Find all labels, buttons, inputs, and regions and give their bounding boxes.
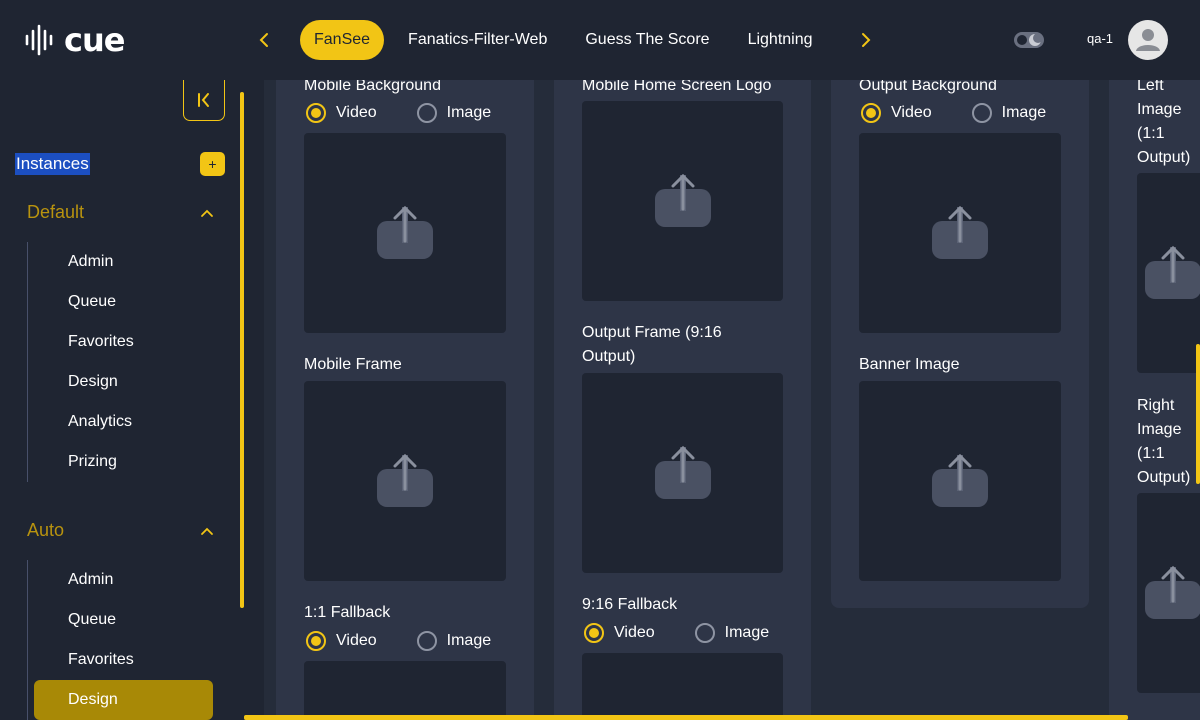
field-label-mobile-frame: Mobile Frame: [304, 356, 402, 373]
radio-group-9-16-fallback: Video Image: [584, 621, 809, 645]
radio-label-image: Image: [724, 624, 770, 641]
sidebar-item-default-favorites[interactable]: Favorites: [68, 331, 134, 353]
sidebar-item-auto-favorites[interactable]: Favorites: [68, 649, 134, 671]
sidebar-item-auto-admin[interactable]: Admin: [68, 569, 113, 591]
upload-icon: [932, 205, 988, 259]
sidebar-item-auto-design[interactable]: Design: [34, 680, 213, 720]
radio-group-output-background: Video Image: [861, 101, 1086, 125]
radio-image[interactable]: [416, 103, 437, 123]
sidebar-item-default-analytics[interactable]: Analytics: [68, 411, 132, 433]
field-label-mobile-home-screen-logo: Mobile Home Screen Logo: [582, 80, 772, 94]
sidebar-item-default-design[interactable]: Design: [68, 371, 118, 393]
radio-label-image: Image: [446, 104, 492, 121]
radio-image[interactable]: [971, 103, 992, 123]
field-label-right-image: Right Image (1:1 Output): [1137, 397, 1191, 486]
app-logo[interactable]: cue: [24, 21, 125, 59]
upload-icon: [377, 205, 433, 259]
radio-group-mobile-background: Video Image: [306, 101, 531, 125]
field-label-banner-image: Banner Image: [859, 356, 960, 373]
field-label-output-background: Output Background: [859, 80, 997, 94]
radio-video[interactable]: [861, 103, 881, 123]
field-label-9-16-fallback: 9:16 Fallback: [582, 596, 678, 613]
group-auto-header[interactable]: Auto: [27, 520, 227, 544]
group-default-label: Default: [27, 202, 85, 222]
tabs-scroll-left-button[interactable]: [250, 26, 278, 54]
radio-image[interactable]: [416, 631, 437, 651]
upload-dropzone-banner-image[interactable]: [859, 381, 1061, 581]
group-default-header[interactable]: Default: [27, 202, 227, 226]
tab-guess-the-score[interactable]: Guess The Score: [571, 20, 723, 60]
tab-lightning[interactable]: Lightning: [734, 20, 827, 60]
upload-dropzone-output-background[interactable]: [859, 133, 1061, 333]
radio-video[interactable]: [306, 631, 326, 651]
tabs-scroll-right-button[interactable]: [852, 26, 880, 54]
radio-video[interactable]: [306, 103, 326, 123]
upload-dropzone-output-frame[interactable]: [582, 373, 783, 573]
instances-heading: Instances: [15, 153, 90, 175]
chevron-up-icon: [201, 209, 213, 217]
logo-text: cue: [64, 21, 125, 59]
upload-dropzone-mobile-background[interactable]: [304, 133, 506, 333]
field-label-1-1-fallback: 1:1 Fallback: [304, 604, 391, 621]
main-vertical-scrollbar[interactable]: [1196, 344, 1200, 484]
upload-dropzone-9-16-fallback[interactable]: [582, 653, 783, 720]
radio-label-video: Video: [336, 632, 377, 649]
group-auto-label: Auto: [27, 520, 65, 540]
upload-icon: [655, 173, 711, 227]
upload-dropzone-mobile-frame[interactable]: [304, 381, 506, 581]
main-horizontal-scrollbar[interactable]: [244, 715, 1128, 720]
sidebar-item-default-prizing[interactable]: Prizing: [68, 451, 117, 473]
user-icon: [1136, 29, 1160, 51]
avatar[interactable]: [1128, 20, 1168, 60]
sidebar: Instances + Default Admin Queue Favorite…: [0, 80, 240, 720]
radio-video[interactable]: [584, 623, 604, 643]
upload-icon: [1145, 245, 1200, 299]
add-instance-button[interactable]: +: [200, 152, 225, 176]
upload-dropzone-right-image[interactable]: [1137, 493, 1200, 693]
radio-label-video: Video: [891, 104, 932, 121]
field-label-output-frame: Output Frame (9:16 Output): [582, 324, 722, 365]
radio-label-image: Image: [1001, 104, 1047, 121]
collapse-sidebar-button[interactable]: [183, 80, 225, 121]
sidebar-item-auto-queue[interactable]: Queue: [68, 609, 116, 631]
radio-label-video: Video: [614, 624, 655, 641]
field-label-left-image: Left Image (1:1 Output): [1137, 80, 1191, 166]
radio-label-video: Video: [336, 104, 377, 121]
theme-toggle-icon[interactable]: [1014, 30, 1044, 50]
collapse-left-icon: [198, 93, 209, 107]
instance-tabs: FanSee Fanatics-Filter-Web Guess The Sco…: [300, 20, 848, 60]
upload-icon: [932, 453, 988, 507]
radio-group-1-1-fallback: Video Image: [306, 629, 531, 653]
chevron-left-icon: [259, 33, 268, 47]
tab-fanatics-filter-web[interactable]: Fanatics-Filter-Web: [394, 20, 561, 60]
radio-image[interactable]: [694, 623, 715, 643]
upload-dropzone-mobile-home-screen-logo[interactable]: [582, 101, 783, 301]
upload-icon: [655, 445, 711, 499]
field-label-mobile-background: Mobile Background: [304, 80, 441, 94]
group-auto-divider: [27, 560, 28, 720]
group-default-divider: [27, 242, 28, 482]
upload-dropzone-1-1-fallback[interactable]: [304, 661, 506, 720]
waveform-logo-icon: [25, 24, 53, 56]
chevron-up-icon: [201, 527, 213, 535]
main-content: Mobile Background Video Image Mobile Fra…: [244, 80, 1200, 720]
user-name: qa-1: [1087, 31, 1114, 46]
radio-label-image: Image: [446, 632, 492, 649]
chevron-right-icon: [862, 33, 871, 47]
upload-dropzone-left-image[interactable]: [1137, 173, 1200, 373]
sidebar-item-default-admin[interactable]: Admin: [68, 251, 113, 273]
sidebar-item-default-queue[interactable]: Queue: [68, 291, 116, 313]
upload-icon: [377, 453, 433, 507]
upload-icon: [1145, 565, 1200, 619]
tab-fansee[interactable]: FanSee: [300, 20, 385, 60]
top-bar: cue FanSee Fanatics-Filter-Web Guess The…: [0, 0, 1200, 80]
